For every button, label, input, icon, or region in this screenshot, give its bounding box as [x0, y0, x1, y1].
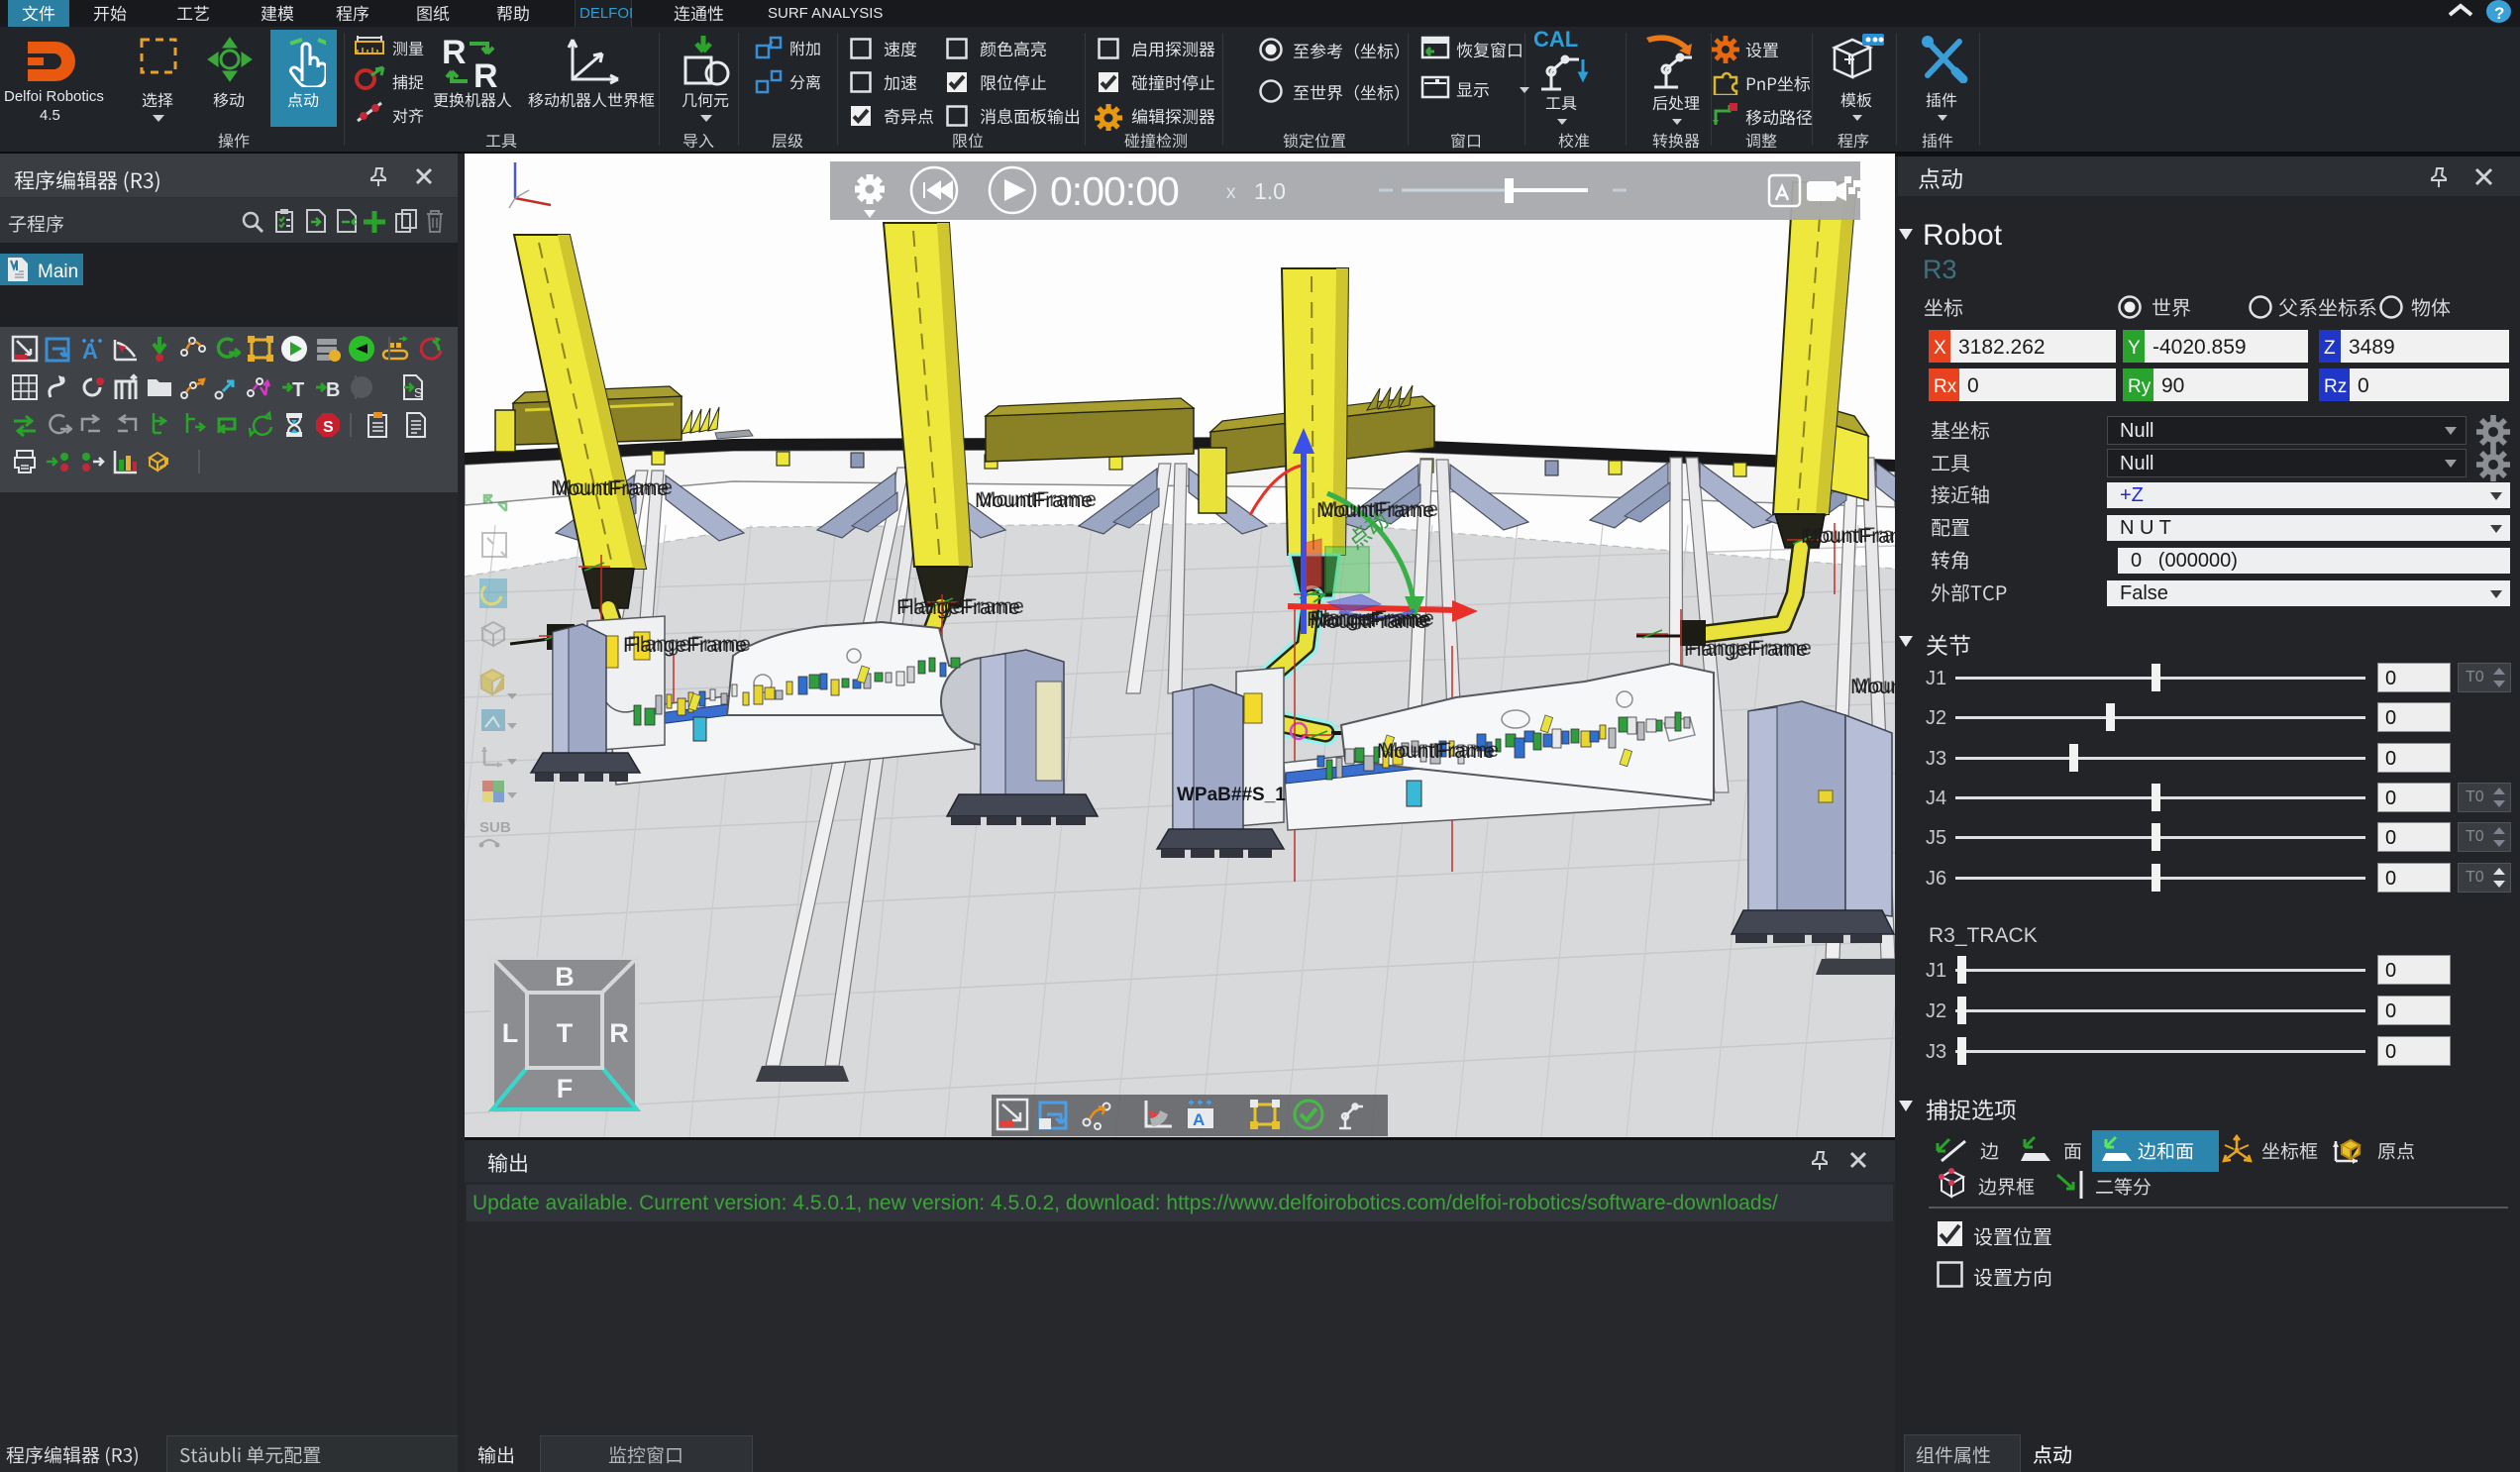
- svg-text:B: B: [555, 962, 575, 992]
- svg-text:MountFrame: MountFrame: [1805, 524, 1895, 547]
- svg-text:MountFrame: MountFrame: [555, 476, 673, 499]
- svg-text:FlangeFrame: FlangeFrame: [900, 595, 1024, 618]
- svg-text:F: F: [557, 1074, 574, 1104]
- svg-text:FlangeFrame: FlangeFrame: [1688, 637, 1812, 660]
- svg-text:B: B: [326, 379, 340, 401]
- svg-text:FlangeFrame: FlangeFrame: [627, 633, 751, 656]
- svg-text:SUB: SUB: [479, 819, 511, 836]
- svg-text:R: R: [473, 57, 498, 91]
- svg-text:T: T: [292, 379, 304, 401]
- svg-text:MountFrame: MountFrame: [979, 488, 1097, 511]
- svg-text:S: S: [414, 385, 423, 400]
- svg-text:0:00:00: 0:00:00: [1050, 168, 1179, 214]
- svg-text:MountFrame: MountFrame: [1313, 609, 1431, 632]
- svg-text:L: L: [502, 1018, 519, 1048]
- svg-text:1.0: 1.0: [1254, 178, 1286, 204]
- svg-text:x: x: [1226, 182, 1236, 203]
- svg-text:MountFrame: MountFrame: [1381, 739, 1499, 762]
- svg-text:MountFr: MountFr: [1854, 675, 1895, 697]
- svg-text:R: R: [609, 1018, 629, 1048]
- svg-text:WPaB##S_1: WPaB##S_1: [1177, 785, 1286, 805]
- svg-text:T: T: [557, 1018, 574, 1048]
- svg-text:S: S: [323, 419, 334, 436]
- svg-text:A: A: [1193, 1110, 1205, 1129]
- svg-text:R: R: [442, 34, 467, 71]
